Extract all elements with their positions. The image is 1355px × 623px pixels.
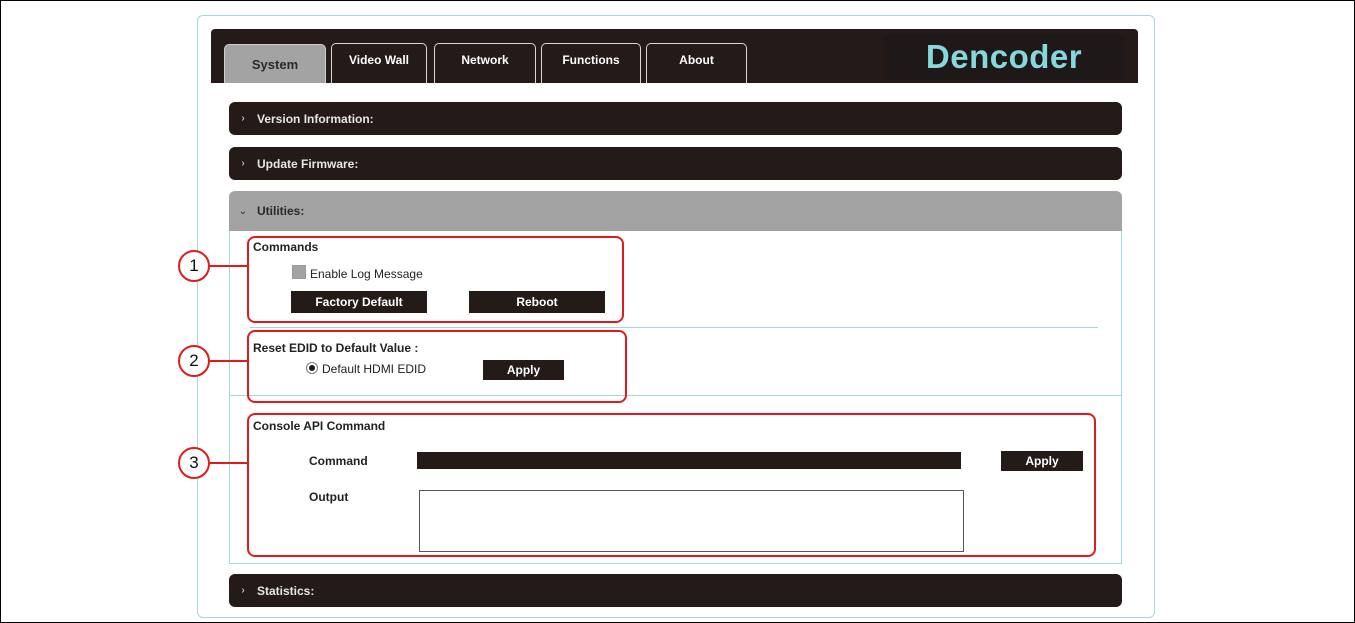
section-label: Statistics: [257, 583, 315, 598]
section-label: Utilities: [257, 204, 305, 218]
annotation-box-1 [247, 236, 624, 323]
tab-system[interactable]: System [224, 44, 326, 83]
chevron-right-icon: › [241, 158, 245, 169]
section-label: Version Information: [257, 111, 374, 126]
annotation-box-3 [247, 413, 1096, 557]
section-version-information[interactable]: › Version Information: [229, 102, 1122, 135]
tab-video-wall[interactable]: Video Wall [331, 43, 427, 83]
divider [250, 327, 1098, 328]
annotation-leader [210, 360, 247, 362]
chevron-down-icon: ⌄ [238, 205, 248, 217]
chevron-right-icon: › [241, 113, 245, 124]
callout-3: 3 [178, 447, 210, 479]
section-utilities[interactable]: ⌄ Utilities: [229, 191, 1122, 231]
annotation-leader [210, 462, 247, 464]
section-update-firmware[interactable]: › Update Firmware: [229, 147, 1122, 180]
annotation-box-2 [247, 330, 627, 403]
callout-1: 1 [178, 250, 210, 282]
section-label: Update Firmware: [257, 156, 359, 171]
callout-2: 2 [178, 345, 210, 377]
tab-network[interactable]: Network [434, 43, 536, 83]
chevron-right-icon: › [241, 585, 245, 596]
section-statistics[interactable]: › Statistics: [229, 574, 1122, 607]
tab-functions[interactable]: Functions [541, 43, 641, 83]
brand-logo: Dencoder [884, 34, 1124, 80]
annotation-leader [210, 265, 247, 267]
tab-about[interactable]: About [646, 43, 747, 83]
